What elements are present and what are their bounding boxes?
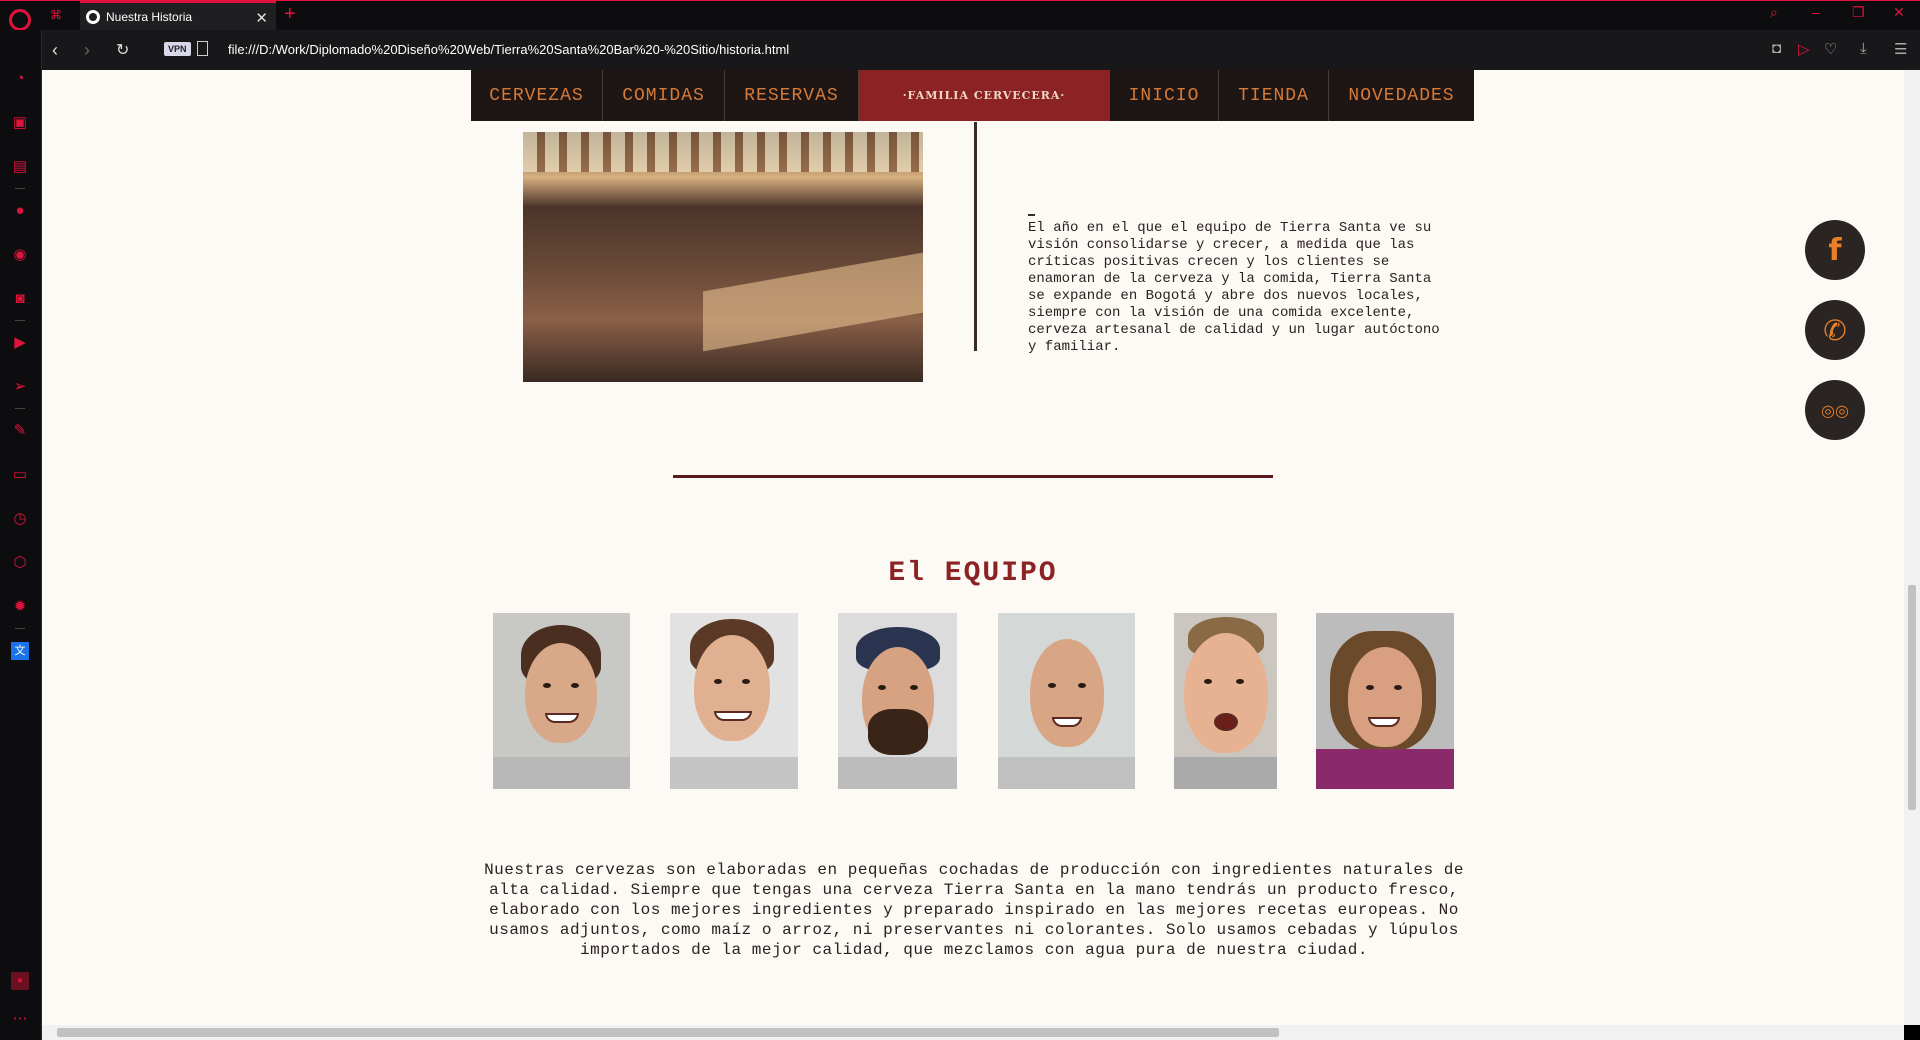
new-tab-button[interactable]: +	[284, 3, 296, 26]
extensions-icon[interactable]: ⬡	[11, 554, 29, 572]
whatsapp-icon[interactable]: ◉	[11, 246, 29, 264]
messenger-icon[interactable]: ●	[11, 202, 29, 220]
instagram-icon[interactable]: ◙	[11, 290, 29, 308]
tab-title: Nuestra Historia	[106, 10, 193, 24]
tripadvisor-icon: ◎◎	[1821, 400, 1849, 420]
phone-button[interactable]: ✆	[1805, 300, 1865, 360]
year-heading-partial	[1025, 90, 1121, 112]
vpn-badge[interactable]: VPN	[164, 42, 191, 56]
snapshot-icon[interactable]: ◘	[1772, 40, 1781, 57]
downloads-icon[interactable]: ⤓	[1860, 40, 1867, 57]
team-member-photo	[1174, 613, 1277, 789]
tripadvisor-button[interactable]: ◎◎	[1805, 380, 1865, 440]
tab-nuestra-historia[interactable]: Nuestra Historia ✕	[80, 1, 276, 31]
nav-inicio[interactable]: INICIO	[1110, 70, 1219, 121]
address-bar: ‹ › ↻ VPN file:///D:/Work/Diplomado%20Di…	[42, 30, 1920, 70]
facebook-button[interactable]: f	[1805, 220, 1865, 280]
timeline-line	[974, 122, 977, 351]
sidebar-separator	[15, 628, 25, 629]
nav-comidas[interactable]: COMIDAS	[603, 70, 725, 121]
settings-icon[interactable]: ✹	[11, 598, 29, 616]
tab-bar: ⌘ Nuestra Historia ✕ + ⌕ – ❐ ✕	[0, 0, 1920, 31]
nav-cervezas[interactable]: CERVEZAS	[471, 70, 603, 121]
send-icon[interactable]: ➢	[11, 378, 29, 396]
story-paragraph: El año en el que el equipo de Tierra San…	[1028, 220, 1440, 355]
globe-icon	[86, 10, 100, 24]
twitch-icon[interactable]: ▤	[11, 158, 29, 176]
minimize-button[interactable]: –	[1812, 4, 1820, 20]
more-icon[interactable]: ⋯	[11, 1010, 29, 1028]
web-page: CERVEZAS COMIDAS RESERVAS ·FAMILIA CERVE…	[42, 70, 1904, 1025]
speed-dial-icon[interactable]: ◔	[11, 70, 29, 88]
horizontal-scroll-thumb[interactable]	[57, 1028, 1279, 1037]
file-icon	[197, 41, 208, 56]
team-member-photo	[1316, 613, 1454, 789]
bar-interior-photo	[523, 132, 923, 382]
nav-tienda[interactable]: TIENDA	[1219, 70, 1329, 121]
tab-close-icon[interactable]: ✕	[255, 9, 268, 27]
team-title: El EQUIPO	[888, 558, 1058, 589]
phone-icon: ✆	[1823, 313, 1847, 347]
nav-novedades[interactable]: NOVEDADES	[1329, 70, 1474, 121]
notes-icon[interactable]: ✎	[11, 422, 29, 440]
easy-setup-icon[interactable]: ☰	[1894, 40, 1907, 58]
facebook-icon: f	[1828, 232, 1842, 268]
section-divider	[673, 475, 1273, 478]
gx-corner-icon[interactable]: ▪	[11, 972, 29, 990]
nav-reservas[interactable]: RESERVAS	[725, 70, 859, 121]
gx-control-icon[interactable]: ⌘	[50, 8, 68, 22]
close-window-button[interactable]: ✕	[1893, 4, 1905, 21]
team-member-photo	[493, 613, 630, 789]
shop-icon[interactable]: ▣	[11, 114, 29, 132]
tabs-icon[interactable]: ▭	[11, 466, 29, 484]
translate-icon[interactable]: 文	[11, 642, 29, 660]
site-navigation: CERVEZAS COMIDAS RESERVAS ·FAMILIA CERVE…	[471, 70, 1474, 121]
team-member-photo	[998, 613, 1135, 789]
vertical-scroll-thumb[interactable]	[1908, 585, 1916, 810]
horizontal-scrollbar[interactable]	[42, 1025, 1904, 1040]
bookmark-heart-icon[interactable]: ♡	[1824, 40, 1837, 58]
search-tabs-icon[interactable]: ⌕	[1770, 4, 1778, 21]
opera-menu-icon[interactable]	[9, 9, 31, 31]
team-member-photo	[670, 613, 798, 789]
forward-button[interactable]: ›	[84, 40, 90, 61]
vertical-scrollbar[interactable]	[1904, 70, 1920, 1025]
player-icon[interactable]: ▶	[11, 334, 29, 352]
history-icon[interactable]: ◷	[11, 510, 29, 528]
team-paragraph: Nuestras cervezas son elaboradas en pequ…	[484, 861, 1464, 959]
back-button[interactable]: ‹	[52, 40, 58, 61]
sidebar-separator	[15, 320, 25, 321]
sidebar-separator	[15, 188, 25, 189]
restore-button[interactable]: ❐	[1852, 4, 1865, 21]
reload-button[interactable]: ↻	[116, 40, 129, 60]
sidebar-separator	[15, 408, 25, 409]
story-dash	[1028, 214, 1035, 216]
browser-sidebar: ◔ ▣ ▤ ● ◉ ◙ ▶ ➢ ✎ ▭ ◷ ⬡ ✹ 文 ▪ ⋯	[0, 30, 42, 1040]
team-member-photo	[838, 613, 957, 789]
url-field[interactable]: file:///D:/Work/Diplomado%20Diseño%20Web…	[228, 42, 789, 57]
flow-icon[interactable]: ▷	[1798, 40, 1810, 58]
